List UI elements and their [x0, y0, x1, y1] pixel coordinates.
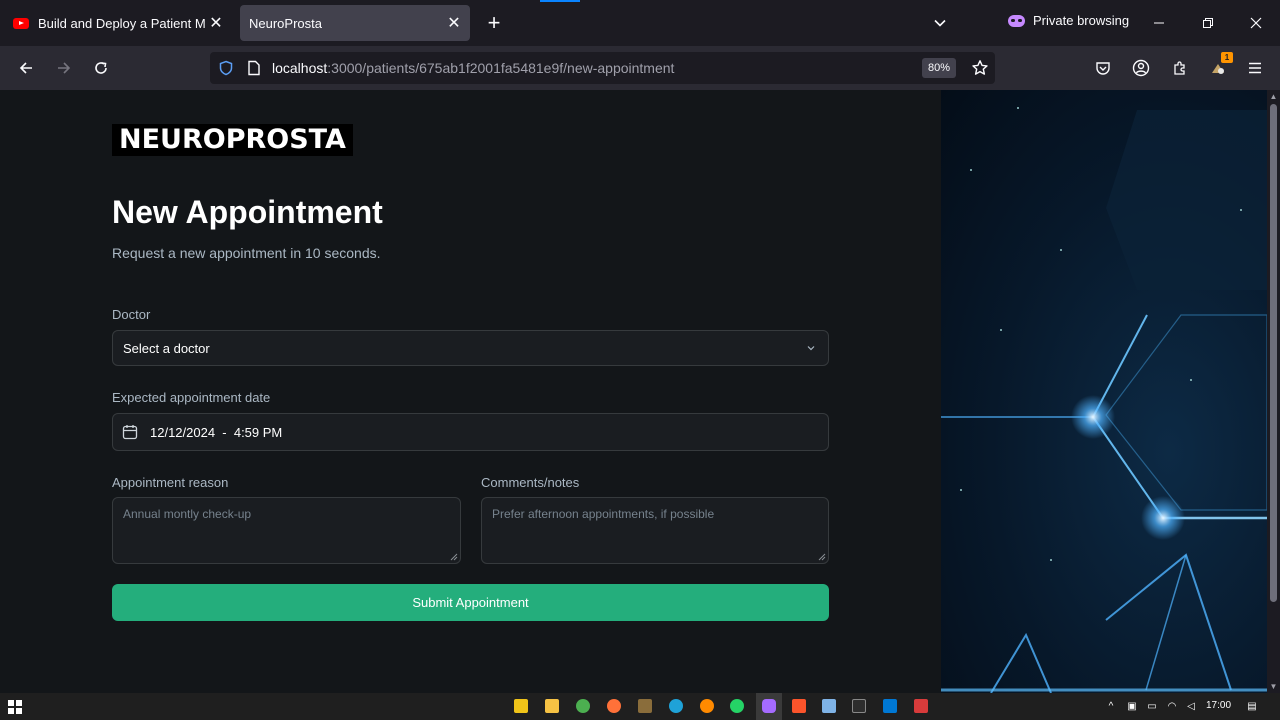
notes-placeholder: Prefer afternoon appointments, if possib…: [492, 507, 715, 521]
reload-icon: [95, 62, 107, 74]
appointment-reason-field[interactable]: Annual montly check-up: [112, 497, 461, 564]
extensions-button[interactable]: [1168, 56, 1192, 80]
tab-neuroprosta[interactable]: NeuroProsta ✕: [240, 5, 470, 41]
forward-button[interactable]: [52, 56, 76, 80]
file-explorer-icon[interactable]: [545, 699, 559, 713]
windows-start-icon[interactable]: [8, 700, 22, 714]
page-info-icon[interactable]: [244, 58, 264, 78]
doctor-label: Doctor: [112, 307, 151, 322]
browser-window: Build and Deploy a Patient Mana ✕ NeuroP…: [0, 0, 1280, 720]
youtube-icon: [12, 14, 30, 32]
page-title: New Appointment: [112, 194, 383, 230]
puzzle-icon: [1174, 61, 1185, 75]
battery-icon[interactable]: ▭: [1146, 700, 1158, 712]
library-icon[interactable]: [638, 699, 652, 713]
private-mask-icon: [1008, 14, 1025, 27]
tray-app-icon[interactable]: ▣: [1126, 700, 1138, 712]
app-icon[interactable]: [914, 699, 928, 713]
chrome-icon[interactable]: [576, 699, 590, 713]
loading-indicator: [540, 0, 580, 2]
page-subtitle: Request a new appointment in 10 seconds.: [112, 245, 381, 261]
firefox-dev-icon[interactable]: [607, 699, 621, 713]
back-arrow-icon: [19, 62, 32, 74]
reason-label: Appointment reason: [112, 475, 229, 490]
close-icon: [1250, 17, 1262, 29]
minimize-button[interactable]: [1147, 11, 1171, 35]
extension-button[interactable]: 1: [1206, 52, 1233, 80]
task-view-icon[interactable]: [514, 699, 528, 713]
volume-icon[interactable]: ◁: [1185, 700, 1197, 712]
firefox-private-icon[interactable]: [762, 699, 776, 713]
minimize-icon: [1154, 22, 1164, 24]
private-browsing-label: Private browsing: [1033, 13, 1130, 28]
forward-arrow-icon: [58, 62, 71, 74]
notepad-icon[interactable]: [822, 699, 836, 713]
navigation-toolbar: localhost:3000/patients/675ab1f2001fa548…: [0, 46, 1280, 90]
firefox-icon[interactable]: [700, 699, 714, 713]
zoom-indicator[interactable]: 80%: [922, 58, 957, 78]
notes-label: Comments/notes: [481, 475, 580, 490]
doctor-select-value: Select a doctor: [123, 340, 210, 356]
hexagon-network-illustration: [941, 107, 1267, 693]
reload-button[interactable]: [89, 56, 113, 80]
submit-appointment-button[interactable]: Submit Appointment: [112, 584, 829, 621]
notifications-icon[interactable]: ▤: [1246, 700, 1258, 712]
chevron-down-icon: [804, 341, 818, 355]
url-host: localhost: [272, 60, 328, 76]
close-tab-icon[interactable]: ✕: [444, 13, 464, 33]
tab-strip: Build and Deploy a Patient Mana ✕ NeuroP…: [0, 0, 1280, 46]
account-icon: [1132, 59, 1150, 77]
pocket-icon: [1096, 62, 1110, 75]
list-all-tabs-button[interactable]: [928, 11, 952, 35]
page-scrollbar[interactable]: ▲ ▼: [1267, 90, 1280, 693]
account-button[interactable]: [1129, 56, 1153, 80]
appointment-date-picker[interactable]: 12/12/2024 - 4:59 PM: [112, 413, 829, 451]
close-window-button[interactable]: [1244, 11, 1268, 35]
private-browsing-indicator: Private browsing: [1008, 13, 1129, 28]
menu-button[interactable]: [1243, 56, 1267, 80]
bookmark-star-icon[interactable]: [968, 56, 992, 80]
resize-grip-icon[interactable]: [450, 553, 458, 561]
tab-title: Build and Deploy a Patient Mana: [38, 15, 206, 31]
new-tab-button[interactable]: +: [482, 10, 506, 35]
comments-notes-field[interactable]: Prefer afternoon appointments, if possib…: [481, 497, 829, 564]
tab-title: NeuroProsta: [249, 15, 322, 31]
scrollbar-thumb[interactable]: [1270, 104, 1277, 602]
chevron-down-icon: [934, 19, 946, 27]
taskbar-clock[interactable]: 17:00: [1206, 700, 1231, 711]
pocket-button[interactable]: [1091, 56, 1115, 80]
restore-button[interactable]: [1196, 11, 1220, 35]
edge-icon[interactable]: [669, 699, 683, 713]
appointment-form-section: NEUROPROSTA New Appointment Request a ne…: [0, 90, 940, 693]
wifi-icon[interactable]: ◠: [1166, 700, 1178, 712]
back-button[interactable]: [14, 56, 38, 80]
date-label: Expected appointment date: [112, 390, 271, 405]
show-hidden-icons-icon[interactable]: ^: [1105, 700, 1117, 712]
doctor-select[interactable]: Select a doctor: [112, 330, 829, 366]
calendar-icon: [122, 424, 138, 440]
address-bar[interactable]: localhost:3000/patients/675ab1f2001fa548…: [210, 52, 995, 84]
vscode-icon[interactable]: [883, 699, 897, 713]
tab-youtube[interactable]: Build and Deploy a Patient Mana ✕: [4, 5, 232, 41]
windows-taskbar: ^ ▣ ▭ ◠ ◁ 17:00 ▤: [0, 693, 1280, 720]
scroll-down-icon[interactable]: ▼: [1269, 682, 1278, 691]
brave-icon[interactable]: [792, 699, 806, 713]
close-tab-icon[interactable]: ✕: [206, 13, 226, 33]
tracking-protection-shield-icon[interactable]: [216, 58, 236, 78]
hero-image: [941, 90, 1267, 693]
extension-badge: 1: [1221, 52, 1233, 63]
date-value: 12/12/2024 - 4:59 PM: [150, 424, 283, 440]
brand-logo: NEUROPROSTA: [112, 124, 353, 156]
page-viewport: NEUROPROSTA New Appointment Request a ne…: [0, 90, 1280, 693]
restore-icon: [1203, 18, 1213, 28]
reason-placeholder: Annual montly check-up: [123, 507, 252, 521]
terminal-icon[interactable]: [852, 699, 866, 713]
scroll-up-icon[interactable]: ▲: [1269, 92, 1278, 101]
url-text[interactable]: localhost:3000/patients/675ab1f2001fa548…: [272, 60, 674, 76]
resize-grip-icon[interactable]: [818, 553, 826, 561]
whatsapp-icon[interactable]: [730, 699, 744, 713]
url-path: :3000/patients/675ab1f2001fa5481e9f/new-…: [327, 60, 675, 76]
hamburger-menu-icon: [1249, 62, 1261, 74]
